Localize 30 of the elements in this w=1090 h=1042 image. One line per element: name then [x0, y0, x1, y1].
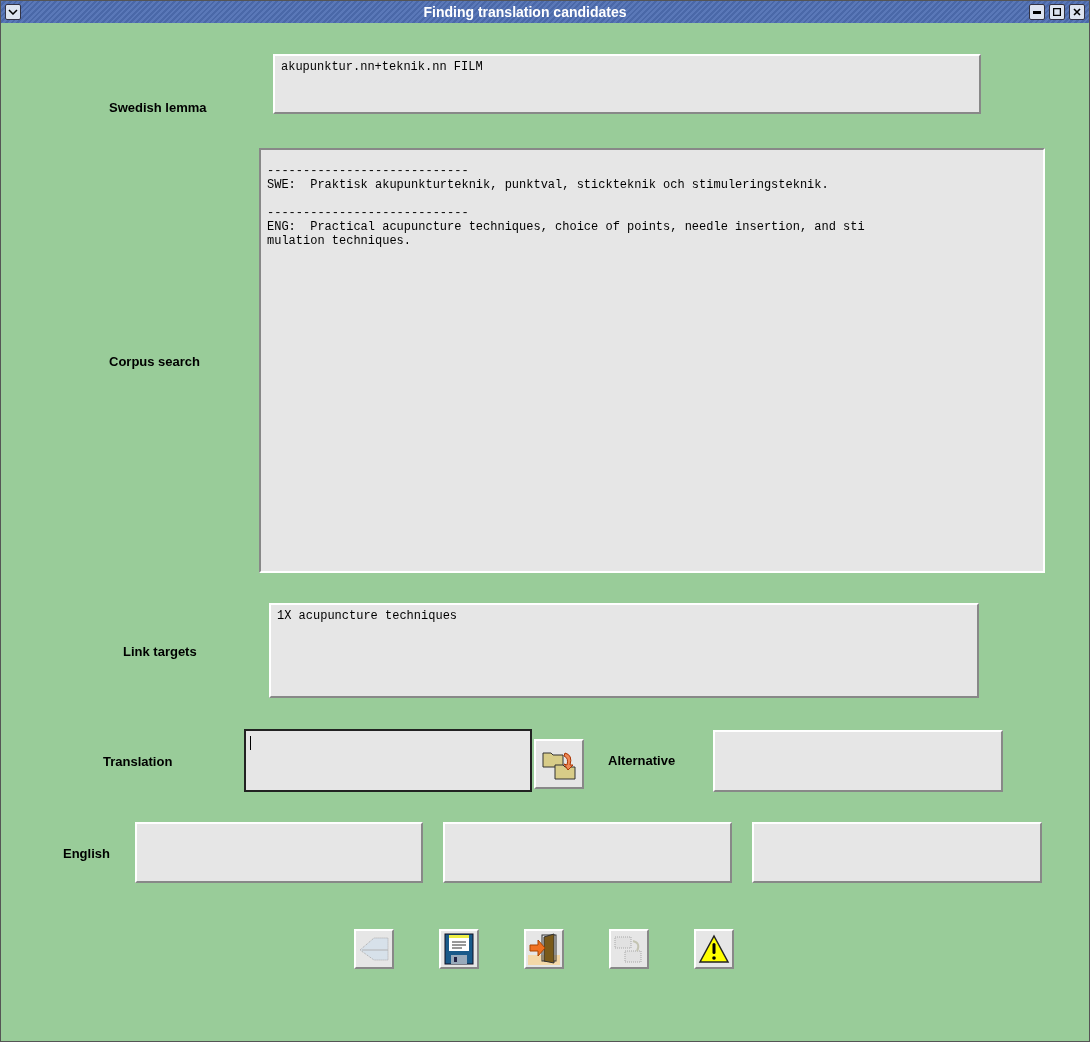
toolbar-button[interactable] [524, 929, 564, 969]
field-label: Corpus search [109, 353, 201, 369]
window-title: Finding translation candidates [422, 4, 628, 20]
toolbar-button[interactable] [439, 929, 479, 969]
english-field[interactable] [135, 822, 423, 883]
field-label: English [63, 845, 110, 861]
swedish-lemma-field[interactable]: akupunktur.nn+teknik.nn FILM [273, 53, 981, 114]
window-menu-button[interactable] [5, 4, 21, 20]
corpus-search-area[interactable]: ---------------------------- SWE: Praktisk akupunkturteknik, punktval, stickteknik och stimuleringsteknik. ---------------------------- ENG: Practical acupuncture techniques, choice of points, needle insertion, and sti mulation techniques. [259, 148, 1045, 573]
close-button[interactable] [1069, 4, 1085, 20]
field-label: Translation [103, 753, 173, 769]
minimize-button[interactable] [1029, 4, 1045, 20]
english-field[interactable] [443, 822, 732, 883]
link-targets-field[interactable]: 1X acupuncture techniques [269, 603, 979, 698]
field-label: Swedish lemma [109, 100, 207, 115]
english-field[interactable] [752, 822, 1042, 883]
minimize-icon [1033, 10, 1041, 14]
close-icon [1073, 8, 1081, 16]
warning-icon [698, 934, 730, 964]
maximize-button[interactable] [1049, 4, 1065, 20]
toolbar-button[interactable] [694, 929, 734, 969]
folders-icon [613, 933, 645, 965]
field-label: Link targets [123, 643, 197, 659]
translation-field[interactable] [244, 729, 532, 792]
transfer-button[interactable] [534, 738, 584, 789]
alternative-field[interactable] [713, 729, 1003, 792]
chevron-down-icon [8, 9, 18, 15]
maximize-icon [1053, 8, 1061, 16]
field-label: Alternative [608, 753, 677, 768]
door-exit-icon [528, 933, 560, 965]
